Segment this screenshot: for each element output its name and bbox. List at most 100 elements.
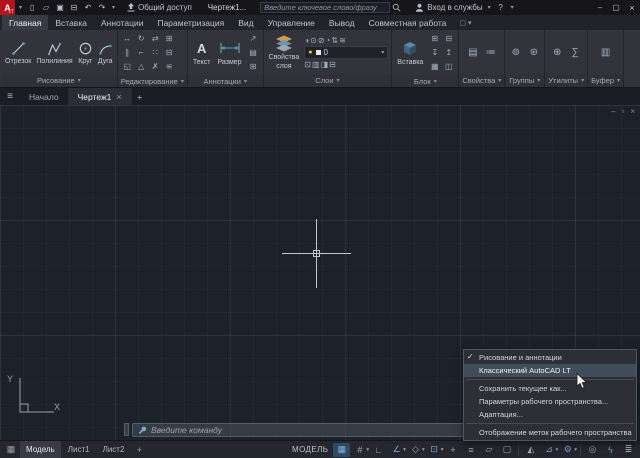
isolate-objects-icon[interactable]: ◎ bbox=[584, 443, 601, 457]
window-minimize-button[interactable]: – bbox=[592, 0, 608, 15]
drawing-restore-button[interactable]: ▫ bbox=[621, 107, 624, 116]
layer-freeze-icon[interactable]: ⊘ bbox=[318, 36, 325, 45]
layer-bulb-icon[interactable]: ● bbox=[308, 49, 312, 56]
leader-tool-icon[interactable]: ↗ bbox=[247, 32, 260, 45]
paste-icon[interactable]: ▥ bbox=[598, 47, 613, 58]
drawing-close-button[interactable]: × bbox=[630, 107, 635, 116]
search-icon[interactable] bbox=[392, 3, 401, 12]
polar-caret-icon[interactable]: ▾ bbox=[403, 447, 406, 453]
layer-color-swatch[interactable] bbox=[316, 50, 321, 55]
grid-toggle-icon[interactable]: ▦ bbox=[333, 443, 350, 457]
move-tool-icon[interactable]: ↔ bbox=[121, 32, 134, 45]
mirror-tool-icon[interactable]: ⇄ bbox=[149, 32, 162, 45]
block-sync-icon[interactable]: ◫ bbox=[442, 60, 455, 73]
quick-calc-icon[interactable]: ∑ bbox=[568, 47, 583, 58]
hatch-tool-icon[interactable]: ⊞ bbox=[247, 60, 260, 73]
properties-palette-icon[interactable]: ▤ bbox=[465, 47, 480, 58]
tab-drawing1[interactable]: Чертеж1 × bbox=[69, 88, 132, 105]
new-layout-button[interactable]: + bbox=[131, 445, 147, 455]
drawing-minimize-button[interactable]: – bbox=[611, 107, 615, 116]
copy-tool-icon[interactable]: ⊞ bbox=[163, 32, 176, 45]
command-line-grip[interactable] bbox=[124, 423, 129, 436]
line-tool-button[interactable]: Отрезок bbox=[4, 40, 32, 65]
help-caret-icon[interactable]: ▾ bbox=[509, 4, 516, 11]
layer-walk-icon[interactable]: ⊡ bbox=[304, 60, 311, 69]
graphics-performance-icon[interactable]: ϟ bbox=[602, 443, 619, 457]
ribbon-display-caret-icon[interactable]: ▾ bbox=[468, 19, 472, 27]
layer-isolate-icon[interactable]: ≋ bbox=[339, 36, 346, 45]
menu-item-display-workspace-labels[interactable]: Отображение меток рабочего пространства bbox=[464, 426, 636, 439]
group-edit-icon[interactable]: ⊛ bbox=[526, 47, 541, 58]
panel-groups-label[interactable]: Группы ▾ bbox=[505, 74, 544, 87]
rotate-tool-icon[interactable]: ↻ bbox=[135, 32, 148, 45]
panel-layers-label[interactable]: Слои ▾ bbox=[264, 74, 392, 87]
layer-match-icon[interactable]: ⇅ bbox=[331, 36, 338, 45]
edit-block-icon[interactable]: ⊟ bbox=[442, 32, 455, 45]
help-icon[interactable]: ? bbox=[495, 3, 507, 12]
file-tabs-menu-icon[interactable]: ≡ bbox=[0, 88, 20, 105]
menu-item-classic-autocad-lt[interactable]: Классический AutoCAD LT bbox=[464, 364, 636, 377]
window-maximize-button[interactable]: ▢ bbox=[608, 0, 624, 15]
new-file-icon[interactable]: ▯ bbox=[26, 3, 38, 12]
undo-icon[interactable]: ↶ bbox=[82, 3, 94, 12]
ribbon-tab-annotate[interactable]: Аннотации bbox=[94, 15, 151, 30]
polyline-tool-button[interactable]: Полилиния bbox=[35, 40, 73, 65]
fillet-tool-icon[interactable]: ⌐ bbox=[135, 46, 148, 59]
panel-modify-label[interactable]: Редактирование ▾ bbox=[118, 75, 187, 87]
panel-annotation-label[interactable]: Аннотации ▾ bbox=[188, 75, 263, 87]
model-space-button[interactable]: МОДЕЛЬ bbox=[292, 445, 328, 454]
layout-tabs-icon[interactable]: ▦ bbox=[3, 444, 19, 455]
transparency-toggle-icon[interactable]: ▱ bbox=[480, 443, 497, 457]
layout-tab-layout2[interactable]: Лист2 bbox=[97, 441, 131, 458]
layer-combo-caret-icon[interactable]: ▾ bbox=[381, 49, 384, 56]
share-button[interactable]: Общий доступ bbox=[127, 3, 192, 12]
ortho-toggle-icon[interactable]: ∟ bbox=[370, 443, 387, 457]
stretch-tool-icon[interactable]: ⊟ bbox=[163, 46, 176, 59]
app-menu-caret-icon[interactable]: ▾ bbox=[17, 4, 24, 11]
command-line[interactable]: Введите команду bbox=[132, 423, 468, 437]
menu-item-drafting-annotation[interactable]: ✓ Рисование и аннотации bbox=[464, 351, 636, 364]
tab-close-icon[interactable]: × bbox=[116, 92, 121, 102]
panel-utilities-label[interactable]: Утилиты ▾ bbox=[545, 74, 587, 87]
app-logo-button[interactable]: A LT bbox=[0, 0, 15, 15]
redo-icon[interactable]: ↷ bbox=[96, 3, 108, 12]
ribbon-tab-view[interactable]: Вид bbox=[231, 15, 260, 30]
isodraft-caret-icon[interactable]: ▾ bbox=[422, 447, 425, 453]
window-close-button[interactable]: × bbox=[624, 0, 640, 15]
save-icon[interactable]: ▣ bbox=[54, 3, 66, 12]
offset-tool-icon[interactable]: ∥ bbox=[121, 46, 134, 59]
otrack-toggle-icon[interactable]: + bbox=[444, 443, 461, 457]
erase-tool-icon[interactable]: ✗ bbox=[149, 60, 162, 73]
measure-tool-icon[interactable]: ⊕ bbox=[550, 47, 565, 58]
signin-button[interactable]: Вход в службы ▾ bbox=[415, 3, 492, 12]
match-properties-icon[interactable]: ≔ bbox=[483, 47, 498, 58]
layout-tab-model[interactable]: Модель bbox=[20, 441, 61, 458]
selection-cycling-icon[interactable]: ▢ bbox=[498, 443, 515, 457]
ribbon-tab-home[interactable]: Главная bbox=[2, 15, 48, 30]
insert-attribute-icon[interactable]: ↧ bbox=[428, 46, 441, 59]
layer-properties-button[interactable]: Свойства слоя bbox=[267, 34, 302, 71]
panel-draw-label[interactable]: Рисование ▾ bbox=[1, 74, 117, 87]
layer-freeze-viewport-icon[interactable]: ▥ bbox=[312, 60, 320, 69]
search-box[interactable] bbox=[260, 2, 401, 13]
layout-tab-layout1[interactable]: Лист1 bbox=[62, 441, 96, 458]
menu-item-workspace-settings[interactable]: Параметры рабочего пространства... bbox=[464, 395, 636, 408]
ribbon-tab-manage[interactable]: Управление bbox=[261, 15, 322, 30]
group-create-icon[interactable]: ⊚ bbox=[508, 47, 523, 58]
dimension-tool-button[interactable]: Размер bbox=[215, 39, 243, 67]
open-file-icon[interactable]: ▱ bbox=[40, 3, 52, 12]
layer-state-icon[interactable]: ◑ bbox=[304, 36, 309, 45]
ribbon-display-icon[interactable]: ▢ bbox=[459, 19, 466, 27]
layer-merge-icon[interactable]: ◨ bbox=[321, 60, 329, 69]
annotation-visibility-icon[interactable]: ◭ bbox=[522, 443, 539, 457]
ribbon-tab-insert[interactable]: Вставка bbox=[48, 15, 94, 30]
lineweight-toggle-icon[interactable]: ≡ bbox=[462, 443, 479, 457]
scale-tool-icon[interactable]: ◱ bbox=[121, 60, 134, 73]
circle-tool-button[interactable]: Круг bbox=[77, 40, 94, 65]
panel-block-label[interactable]: Блок ▾ bbox=[392, 75, 458, 87]
panel-clipboard-label[interactable]: Буфер ▾ bbox=[588, 74, 623, 87]
block-table-icon[interactable]: ▦ bbox=[428, 60, 441, 73]
search-input[interactable] bbox=[260, 2, 390, 13]
panel-properties-label[interactable]: Свойства ▾ bbox=[459, 74, 504, 87]
ribbon-tab-output[interactable]: Вывод bbox=[322, 15, 362, 30]
